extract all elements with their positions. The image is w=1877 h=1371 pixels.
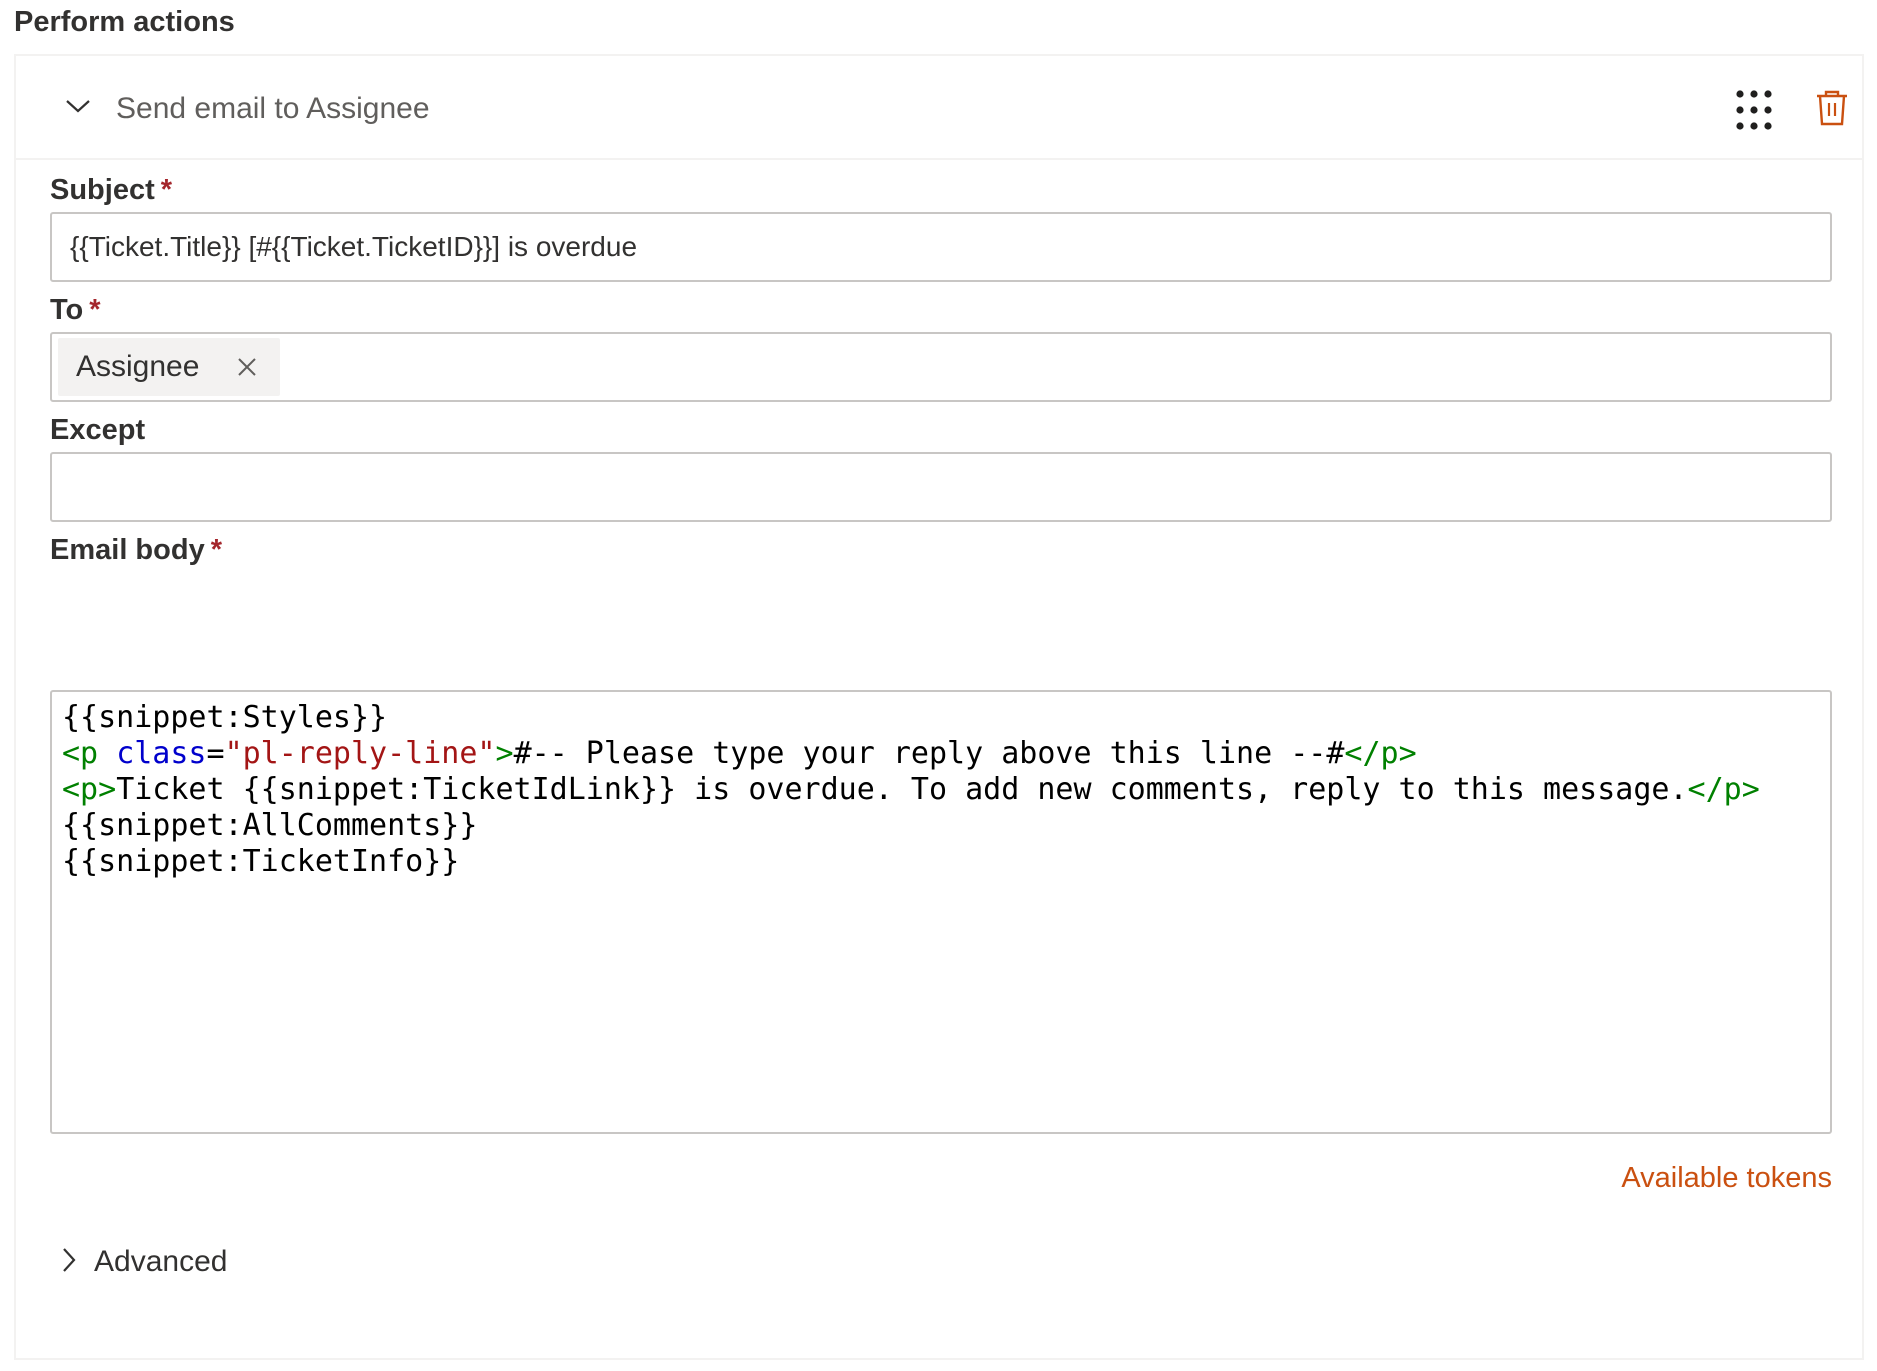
advanced-label: Advanced bbox=[94, 1245, 228, 1278]
required-mark: * bbox=[210, 534, 222, 566]
except-input[interactable] bbox=[50, 452, 1832, 522]
code-tag-token: <p bbox=[62, 736, 99, 771]
code-tag-token: </p> bbox=[1687, 772, 1760, 807]
subject-label: Subject * bbox=[50, 174, 173, 206]
required-mark: * bbox=[89, 294, 101, 326]
code-line: {{snippet:AllComments}} bbox=[62, 808, 1830, 844]
code-line: <p class="pl-reply-line">#-- Please type… bbox=[62, 736, 1830, 772]
code-text-token: {{snippet:AllComments}} bbox=[62, 808, 478, 843]
subject-input[interactable]: {{Ticket.Title}} [#{{Ticket.TicketID}}] … bbox=[50, 212, 1832, 282]
code-line: {{snippet:Styles}} bbox=[62, 700, 1830, 736]
code-text-token: = bbox=[206, 736, 225, 771]
recipient-tag-label: Assignee bbox=[76, 350, 200, 383]
email-body-label: Email body * bbox=[50, 534, 222, 566]
to-label: To * bbox=[50, 294, 101, 326]
code-tag-token: > bbox=[495, 736, 514, 771]
code-attr-token: class bbox=[116, 736, 207, 771]
code-string-token: "pl-reply-line" bbox=[224, 736, 496, 771]
trash-icon bbox=[1815, 89, 1849, 132]
to-input[interactable]: Assignee bbox=[50, 332, 1832, 402]
except-label: Except bbox=[50, 414, 146, 446]
action-title[interactable]: Send email to Assignee bbox=[116, 92, 430, 126]
chevron-down-icon[interactable] bbox=[56, 84, 100, 128]
required-mark: * bbox=[160, 174, 173, 206]
action-panel: Send email to Assignee Subject * {{Ticke… bbox=[14, 54, 1864, 1360]
section-title: Perform actions bbox=[14, 6, 235, 38]
delete-button[interactable] bbox=[1808, 86, 1856, 134]
email-body-editor[interactable]: {{snippet:Styles}} <p class="pl-reply-lin… bbox=[50, 690, 1832, 1134]
available-tokens-link[interactable]: Available tokens bbox=[1616, 1162, 1832, 1195]
action-header[interactable]: Send email to Assignee bbox=[16, 56, 1862, 160]
code-tag-token: <p> bbox=[62, 772, 117, 807]
close-icon[interactable] bbox=[232, 352, 262, 382]
code-tag-token: </p> bbox=[1344, 736, 1417, 771]
code-text-token: {{snippet:Styles}} bbox=[62, 700, 388, 735]
code-line: {{snippet:TicketInfo}} bbox=[62, 844, 1830, 880]
code-line: <p>Ticket {{snippet:TicketIdLink}} is ov… bbox=[62, 772, 1830, 808]
advanced-toggle[interactable]: Advanced bbox=[60, 1240, 227, 1284]
code-text-token: Ticket {{snippet:TicketIdLink}} is overd… bbox=[116, 772, 1688, 807]
drag-grid-icon[interactable] bbox=[1730, 86, 1778, 134]
code-text-token: #-- Please type your reply above this li… bbox=[513, 736, 1345, 771]
recipient-tag: Assignee bbox=[58, 338, 280, 396]
chevron-right-icon bbox=[60, 1246, 78, 1279]
code-text-token: {{snippet:TicketInfo}} bbox=[62, 844, 460, 879]
